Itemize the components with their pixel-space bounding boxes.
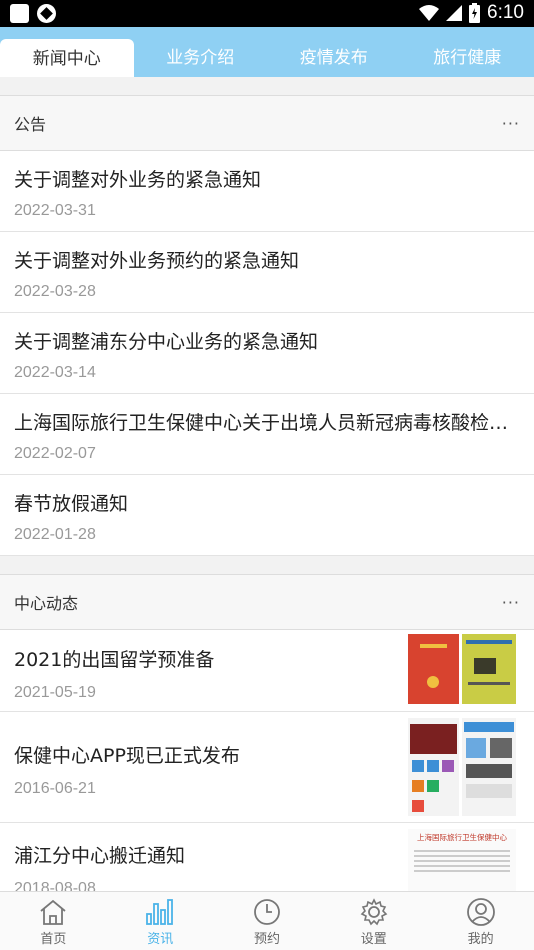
- item-title: 保健中心APP现已正式发布: [14, 745, 240, 767]
- nav-appointment[interactable]: 预约: [214, 892, 321, 950]
- nav-label: 预约: [253, 932, 280, 947]
- nav-label: 设置: [360, 932, 387, 947]
- item-date: 2022-01-28: [14, 526, 96, 543]
- list-item[interactable]: 关于调整对外业务的紧急通知 2022-03-31: [0, 151, 534, 232]
- item-title: 关于调整浦东分中心业务的紧急通知: [14, 331, 319, 353]
- news-item[interactable]: 保健中心APP现已正式发布 2016-06-21: [0, 712, 534, 823]
- item-title: 春节放假通知: [14, 493, 129, 515]
- more-button[interactable]: ···: [502, 114, 520, 133]
- news-item[interactable]: 2021的出国留学预准备 2021-05-19: [0, 630, 534, 712]
- signal-icon: [446, 5, 463, 21]
- home-icon: [40, 899, 66, 925]
- news-item[interactable]: 浦江分中心搬迁通知 2018-08-08 上海国际旅行卫生保健中心: [0, 823, 534, 891]
- wifi-icon: [419, 5, 440, 21]
- news-thumbnail: [408, 718, 516, 816]
- nav-profile[interactable]: 我的: [427, 892, 534, 950]
- clock-icon: [254, 899, 280, 925]
- announcements-header: 公告 ···: [0, 95, 534, 151]
- item-date: 2016-06-21: [14, 780, 96, 797]
- tab-travel-health[interactable]: 旅行健康: [401, 27, 534, 77]
- top-tab-bar: 新闻中心 业务介绍 疫情发布 旅行健康: [0, 27, 534, 77]
- section-title: 中心动态: [14, 594, 79, 613]
- list-item[interactable]: 上海国际旅行卫生保健中心关于出境人员新冠病毒核酸检… 2022-02-07: [0, 394, 534, 475]
- notification-app-icon: [10, 4, 29, 23]
- item-title: 上海国际旅行卫生保健中心关于出境人员新冠病毒核酸检…: [14, 412, 509, 434]
- item-title: 浦江分中心搬迁通知: [14, 845, 186, 867]
- tab-business-intro[interactable]: 业务介绍: [134, 27, 268, 77]
- item-date: 2022-03-14: [14, 364, 96, 381]
- bar-chart-icon: [146, 899, 174, 925]
- nav-label: 资讯: [147, 932, 174, 947]
- clock-time: 6:10: [487, 2, 524, 23]
- news-header: 中心动态 ···: [0, 574, 534, 630]
- sync-icon: [37, 4, 56, 23]
- section-title: 公告: [14, 115, 47, 134]
- user-icon: [466, 898, 495, 926]
- list-item[interactable]: 关于调整浦东分中心业务的紧急通知 2022-03-14: [0, 313, 534, 394]
- nav-settings[interactable]: 设置: [320, 892, 427, 950]
- announcement-list: 关于调整对外业务的紧急通知 2022-03-31 关于调整对外业务预约的紧急通知…: [0, 151, 534, 556]
- tab-epidemic-release[interactable]: 疫情发布: [267, 27, 401, 77]
- bottom-navigation: 首页 资讯 预约 设置 我的: [0, 891, 534, 950]
- gear-icon: [360, 898, 388, 926]
- nav-news[interactable]: 资讯: [107, 892, 214, 950]
- nav-home[interactable]: 首页: [0, 892, 107, 950]
- news-thumbnail: 上海国际旅行卫生保健中心: [408, 829, 516, 891]
- list-item[interactable]: 春节放假通知 2022-01-28: [0, 475, 534, 556]
- news-content[interactable]: 公告 ··· 关于调整对外业务的紧急通知 2022-03-31 关于调整对外业务…: [0, 77, 534, 891]
- nav-label: 我的: [467, 932, 494, 947]
- news-thumbnail: [408, 634, 516, 704]
- nav-label: 首页: [40, 932, 67, 947]
- item-title: 关于调整对外业务的紧急通知: [14, 169, 262, 191]
- item-date: 2022-02-07: [14, 445, 96, 462]
- status-bar: 6:10: [0, 0, 534, 27]
- more-button[interactable]: ···: [502, 593, 520, 612]
- item-date: 2022-03-31: [14, 202, 96, 219]
- tab-news-center[interactable]: 新闻中心: [0, 39, 134, 77]
- item-title: 关于调整对外业务预约的紧急通知: [14, 250, 300, 272]
- battery-icon: [469, 3, 481, 23]
- item-date: 2018-08-08: [14, 880, 96, 891]
- item-date: 2022-03-28: [14, 283, 96, 300]
- item-title: 2021的出国留学预准备: [14, 649, 215, 671]
- thumbnail-heading: 上海国际旅行卫生保健中心: [417, 833, 507, 842]
- item-date: 2021-05-19: [14, 684, 96, 701]
- list-item[interactable]: 关于调整对外业务预约的紧急通知 2022-03-28: [0, 232, 534, 313]
